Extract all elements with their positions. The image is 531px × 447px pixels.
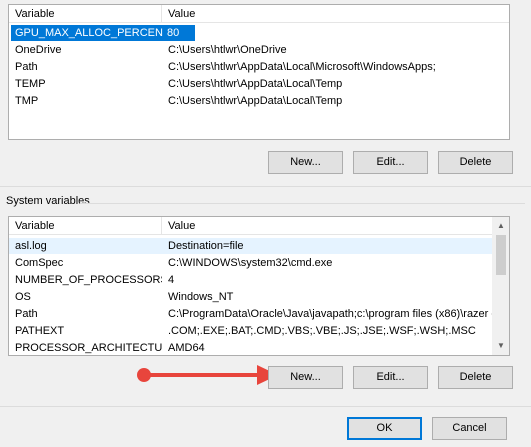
cancel-button[interactable]: Cancel [432,417,507,440]
variable-name: TEMP [15,78,46,90]
table-row-value[interactable]: 80 [163,25,195,41]
variable-name: ComSpec [15,257,64,269]
column-header-value[interactable]: Value [162,217,492,235]
variable-value: 80 [167,27,180,39]
table-row[interactable]: OneDrive C:\Users\htlwr\OneDrive [9,42,509,58]
system-delete-button[interactable]: Delete [438,366,513,389]
variable-value: Destination=file [168,240,244,252]
table-row[interactable]: Path C:\Users\htlwr\AppData\Local\Micros… [9,59,509,75]
annotation-arrow-icon [137,365,278,385]
system-variables-scrollbar[interactable]: ▲ ▼ [492,217,509,355]
table-row[interactable]: PROCESSOR_ARCHITECTURE AMD64 [9,340,492,355]
variable-value: C:\Users\htlwr\OneDrive [168,44,287,56]
user-new-button[interactable]: New... [268,151,343,174]
system-edit-button[interactable]: Edit... [353,366,428,389]
table-row[interactable]: GPU_MAX_ALLOC_PERCENT [11,25,163,41]
table-row[interactable]: Path C:\ProgramData\Oracle\Java\javapath… [9,306,492,322]
variable-value: C:\Users\htlwr\AppData\Local\Microsoft\W… [168,61,436,73]
ok-button[interactable]: OK [347,417,422,440]
table-row[interactable]: TEMP C:\Users\htlwr\AppData\Local\Temp [9,76,509,92]
user-delete-button[interactable]: Delete [438,151,513,174]
user-variables-list[interactable]: Variable Value GPU_MAX_ALLOC_PERCENT 80 … [8,4,510,140]
variable-name: OneDrive [15,44,62,56]
variable-name: Path [15,308,38,320]
system-variables-header: Variable Value [9,217,492,235]
system-variables-label: System variables [6,195,90,207]
scroll-up-icon[interactable]: ▲ [493,218,509,234]
variable-name: OS [15,291,31,303]
scrollbar-thumb[interactable] [496,235,506,275]
table-row[interactable]: PATHEXT .COM;.EXE;.BAT;.CMD;.VBS;.VBE;.J… [9,323,492,339]
table-row[interactable]: ComSpec C:\WINDOWS\system32\cmd.exe [9,255,492,271]
variable-value: 4 [168,274,175,286]
section-divider [0,186,531,187]
column-header-value[interactable]: Value [162,5,509,23]
variable-name: asl.log [15,240,47,252]
variable-name: PATHEXT [15,325,65,337]
variable-value: C:\WINDOWS\system32\cmd.exe [168,257,333,269]
variable-value: C:\ProgramData\Oracle\Java\javapath;c:\p… [168,308,492,320]
group-divider [80,203,525,204]
variable-value: .COM;.EXE;.BAT;.CMD;.VBS;.VBE;.JS;.JSE;.… [168,325,476,337]
variable-value: C:\Users\htlwr\AppData\Local\Temp [168,95,343,107]
variable-value: AMD64 [168,342,205,354]
table-row[interactable]: asl.log Destination=file [9,238,492,254]
system-variables-list[interactable]: Variable Value asl.log Destination=file … [8,216,510,356]
table-row[interactable]: TMP C:\Users\htlwr\AppData\Local\Temp [9,93,509,109]
user-edit-button[interactable]: Edit... [353,151,428,174]
variable-value: C:\Users\htlwr\AppData\Local\Temp [168,78,343,90]
user-variables-header: Variable Value [9,5,509,23]
variable-name: GPU_MAX_ALLOC_PERCENT [15,27,163,39]
variable-name: Path [15,61,38,73]
scroll-down-icon[interactable]: ▼ [493,338,509,354]
column-header-variable[interactable]: Variable [9,5,162,23]
system-new-button[interactable]: New... [268,366,343,389]
variable-name: NUMBER_OF_PROCESSORS [15,274,162,286]
variable-name: TMP [15,95,39,107]
variable-value: Windows_NT [168,291,234,303]
variable-name: PROCESSOR_ARCHITECTURE [15,342,162,354]
table-row[interactable]: NUMBER_OF_PROCESSORS 4 [9,272,492,288]
table-row[interactable]: OS Windows_NT [9,289,492,305]
column-header-variable[interactable]: Variable [9,217,162,235]
section-divider [0,406,531,407]
